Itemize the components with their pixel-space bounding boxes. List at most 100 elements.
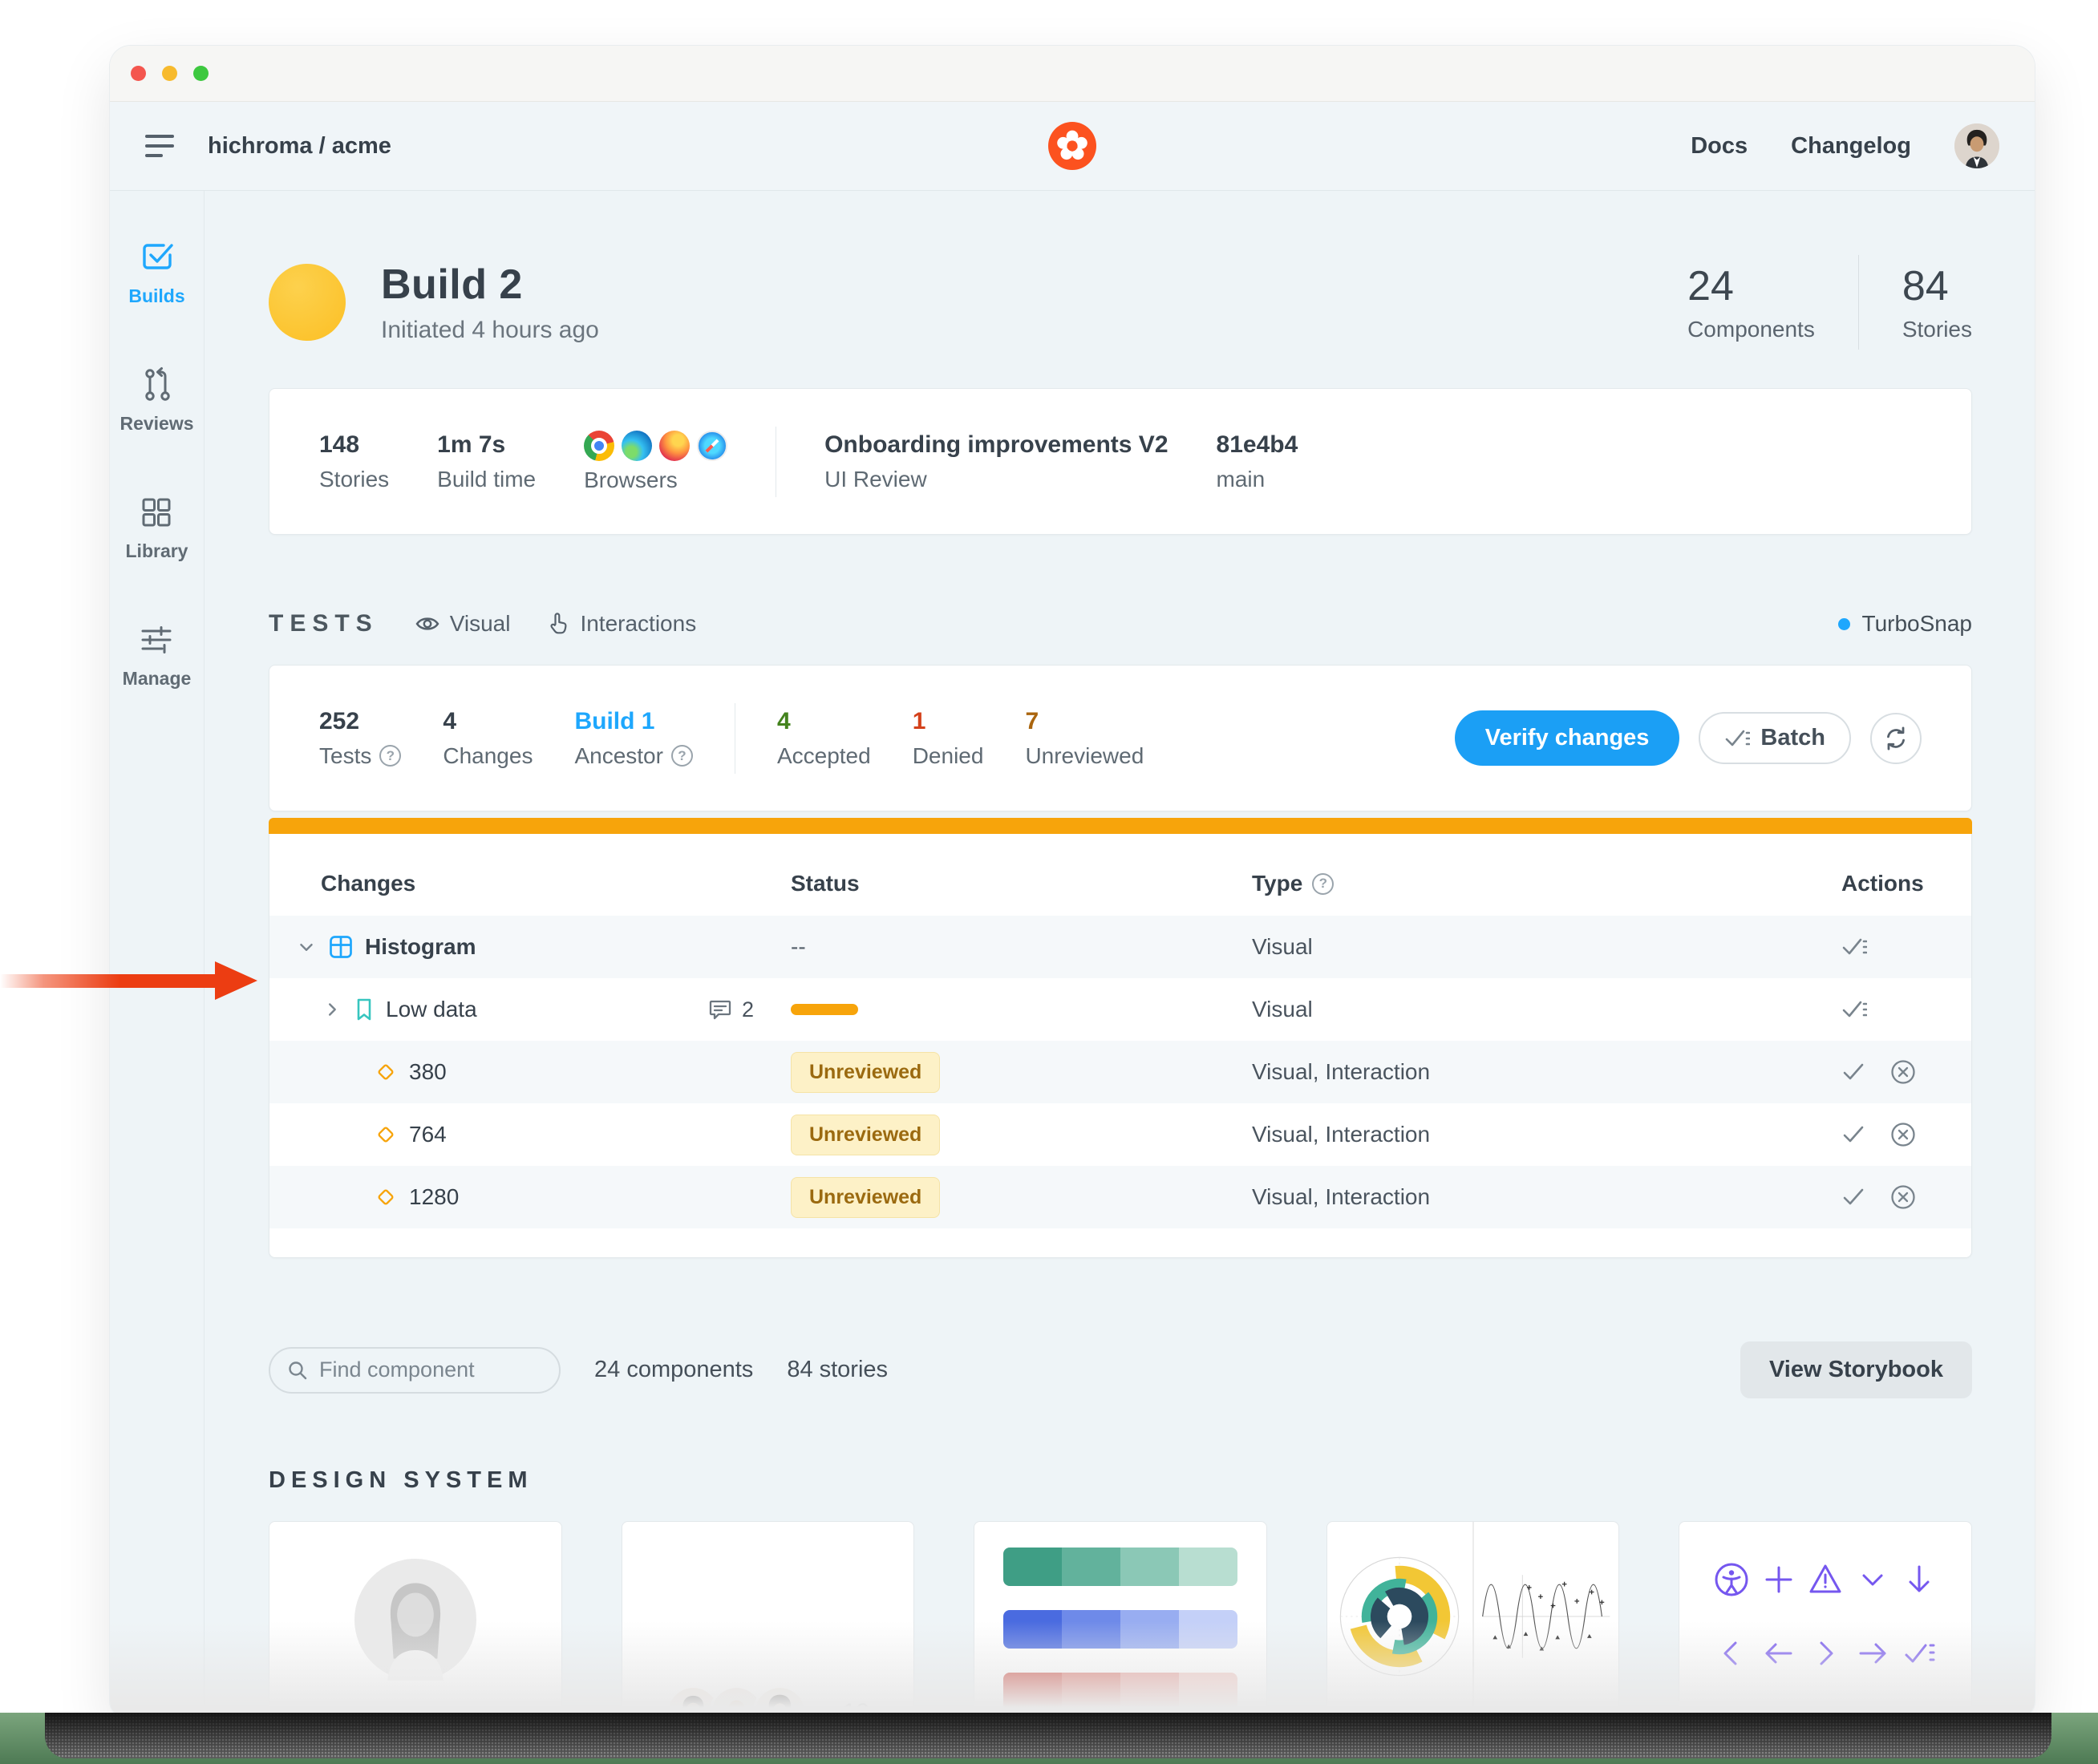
viewport-diamond-icon	[374, 1185, 398, 1209]
deny-icon[interactable]	[1889, 1121, 1917, 1148]
ancestor-build-link[interactable]: Build 1	[574, 708, 693, 735]
column-header-changes: Changes	[269, 871, 791, 896]
close-window-button[interactable]	[131, 66, 146, 81]
status-badge: Unreviewed	[791, 1115, 940, 1155]
project-breadcrumb[interactable]: hichroma / acme	[208, 133, 391, 160]
component-cards: + 10	[269, 1521, 1972, 1712]
comment-count[interactable]: 2	[708, 997, 754, 1022]
page: hichroma / acme Docs Changelog	[0, 0, 2098, 1764]
checklist-icon	[1901, 1635, 1938, 1672]
table-row-story[interactable]: Low data 2 Visual	[269, 978, 1971, 1041]
refresh-icon	[1882, 725, 1910, 752]
chromatic-logo-icon[interactable]	[1048, 122, 1096, 170]
snapshot-name: 380	[409, 1059, 447, 1085]
build-header: Build 2 Initiated 4 hours ago 24 Compone…	[269, 255, 1972, 350]
refresh-button[interactable]	[1870, 713, 1922, 764]
component-card-swatches[interactable]	[974, 1521, 1267, 1712]
pointer-hand-icon	[547, 612, 569, 636]
status-badge: Unreviewed	[791, 1052, 940, 1093]
chevron-right-icon[interactable]	[322, 999, 342, 1020]
arrow-down-icon	[1901, 1561, 1938, 1598]
avatar	[753, 1685, 808, 1712]
interactions-filter[interactable]: Interactions	[547, 611, 696, 637]
component-card-charts[interactable]	[1326, 1521, 1620, 1712]
sidebar-item-label: Manage	[123, 668, 192, 690]
help-icon[interactable]: ?	[671, 745, 693, 767]
help-icon[interactable]: ?	[1312, 873, 1334, 895]
review-link[interactable]: Onboarding improvements V2	[824, 431, 1168, 459]
snapshot-name: 764	[409, 1122, 447, 1147]
component-card-avatar[interactable]	[269, 1521, 562, 1712]
components-count-label: 24 components	[594, 1357, 753, 1383]
reviews-icon	[139, 366, 176, 403]
divider	[1858, 255, 1859, 350]
accept-icon[interactable]	[1841, 1186, 1865, 1208]
plus-icon	[1760, 1561, 1797, 1598]
table-row-snapshot[interactable]: 1280 Unreviewed Visual, Interaction	[269, 1166, 1971, 1228]
view-storybook-button[interactable]: View Storybook	[1740, 1341, 1972, 1398]
viewport-diamond-icon	[374, 1123, 398, 1147]
menu-icon[interactable]	[145, 135, 176, 157]
search-box[interactable]	[269, 1347, 561, 1394]
turbosnap-dot-icon	[1838, 618, 1850, 630]
edge-icon	[622, 431, 652, 461]
components-stat: 24 Components	[1687, 262, 1815, 342]
batch-accept-icon[interactable]	[1841, 935, 1867, 959]
accept-icon[interactable]	[1841, 1061, 1865, 1083]
swatch-green	[1003, 1548, 1237, 1586]
visual-filter[interactable]: Visual	[415, 611, 511, 637]
type-value: Visual, Interaction	[1252, 1122, 1430, 1147]
stories-stat: 84 Stories	[1902, 262, 1972, 342]
table-row-component[interactable]: Histogram -- Visual	[269, 916, 1971, 978]
accept-icon[interactable]	[1841, 1123, 1865, 1146]
table-row-snapshot[interactable]: 764 Unreviewed Visual, Interaction	[269, 1103, 1971, 1166]
accepted-stat: 4 Accepted	[777, 708, 871, 769]
zoom-window-button[interactable]	[193, 66, 209, 81]
type-value: Visual	[1252, 997, 1313, 1022]
comment-icon	[708, 997, 732, 1022]
component-card-icons[interactable]	[1679, 1521, 1972, 1712]
chevron-down-icon	[1854, 1561, 1891, 1598]
docs-link[interactable]: Docs	[1691, 133, 1748, 160]
arrow-right-icon	[1854, 1635, 1891, 1672]
batch-accept-icon[interactable]	[1841, 997, 1867, 1022]
sidebar-item-manage[interactable]: Manage	[123, 621, 192, 690]
user-avatar[interactable]	[1954, 123, 1999, 168]
component-card-avatar-list[interactable]: + 10	[622, 1521, 915, 1712]
column-header-type: Type ?	[1252, 871, 1833, 896]
search-icon	[286, 1359, 309, 1382]
batch-button[interactable]: Batch	[1699, 712, 1851, 764]
deny-icon[interactable]	[1889, 1183, 1917, 1211]
type-value: Visual, Interaction	[1252, 1059, 1430, 1085]
snapshot-name: 1280	[409, 1184, 459, 1210]
build-time-stat: 1m 7s Build time	[437, 431, 536, 492]
sidebar-item-library[interactable]: Library	[126, 494, 188, 562]
changelog-link[interactable]: Changelog	[1791, 133, 1911, 160]
verify-changes-button[interactable]: Verify changes	[1455, 710, 1680, 766]
tests-summary-card: 252 Tests ? 4 Changes Build 1 Ancestor ?	[269, 665, 1972, 811]
tests-count-stat: 252 Tests ?	[319, 708, 401, 769]
search-input[interactable]	[319, 1357, 543, 1382]
sidebar: Builds Reviews	[110, 191, 205, 1717]
unreviewed-stat: 7 Unreviewed	[1025, 708, 1144, 769]
build-progress-bar	[269, 818, 1972, 834]
component-name: Histogram	[365, 934, 476, 960]
chevron-down-icon[interactable]	[296, 937, 317, 957]
builds-icon	[138, 237, 176, 276]
chrome-icon	[584, 431, 614, 461]
deny-icon[interactable]	[1889, 1058, 1917, 1086]
sidebar-item-builds[interactable]: Builds	[128, 237, 184, 307]
sidebar-item-reviews[interactable]: Reviews	[119, 366, 193, 435]
chevron-right-icon	[1807, 1635, 1844, 1672]
table-row-snapshot[interactable]: 380 Unreviewed Visual, Interaction	[269, 1041, 1971, 1103]
column-header-status: Status	[791, 871, 1252, 896]
help-icon[interactable]: ?	[379, 745, 401, 767]
manage-icon	[138, 621, 175, 658]
batch-check-icon	[1724, 726, 1750, 751]
build-info-card: 148 Stories 1m 7s Build time	[269, 388, 1972, 535]
story-name: Low data	[386, 997, 477, 1022]
sidebar-item-label: Library	[126, 540, 188, 562]
commit-link[interactable]: 81e4b4	[1217, 431, 1298, 459]
minimize-window-button[interactable]	[162, 66, 177, 81]
component-grid-icon	[328, 934, 354, 960]
